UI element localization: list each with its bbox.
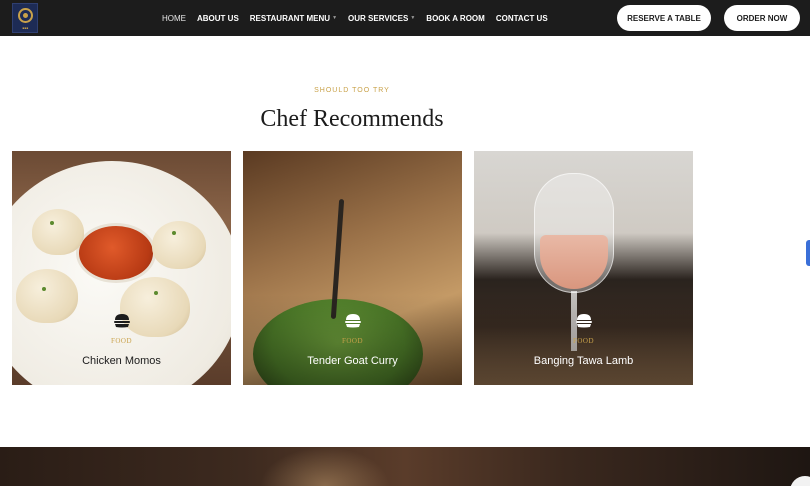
side-tab-handle[interactable] [806,240,810,266]
banner-highlight [260,447,390,486]
card-title[interactable]: Banging Tawa Lamb [474,355,693,367]
nav-label: OUR SERVICES [348,13,409,23]
card-category: FOOD [572,337,595,345]
nav-item-restaurant-menu[interactable]: RESTAURANT MENU ▼ [250,14,337,23]
menu-card-banging-tawa-lamb[interactable]: FOOD Banging Tawa Lamb [474,151,693,385]
card-title[interactable]: Chicken Momos [12,355,231,367]
chevron-down-icon: ▼ [332,15,338,21]
nav-label: ABOUT US [197,13,239,23]
nav-label: CONTACT US [495,13,548,23]
sauce-bowl-image [76,223,156,283]
dumpling-image [120,277,190,337]
burger-icon [113,314,130,328]
burger-icon [344,314,361,328]
navbar: ■■■ HOME ABOUT US RESTAURANT MENU ▼ OUR S… [0,0,810,36]
section-title: Chef Recommends [260,106,444,132]
menu-card-tender-goat-curry[interactable]: FOOD Tender Goat Curry [243,151,462,385]
menu-card-chicken-momos[interactable]: FOOD Chicken Momos [12,151,231,385]
order-now-button[interactable]: ORDER NOW [724,5,800,31]
nav-label: RESTAURANT MENU [249,13,331,23]
card-icon-wrap [474,314,693,328]
logo-wordmark: ■■■ [22,26,29,30]
nav-label: HOME [162,13,186,23]
card-icon-wrap [243,314,462,328]
card-category: FOOD [110,337,133,345]
card-category: FOOD [341,337,364,345]
nav-item-home[interactable]: HOME [162,14,186,23]
logo[interactable]: ■■■ [12,3,38,33]
chevron-down-icon: ▼ [410,15,416,21]
next-section-banner [0,447,810,486]
nav-label: BOOK A ROOM [426,13,485,23]
nav-item-our-services[interactable]: OUR SERVICES ▼ [348,14,415,23]
section-eyebrow: SHOULD TOO TRY [314,87,390,94]
herb-garnish [172,231,176,235]
nav-item-contact-us[interactable]: CONTACT US [496,14,548,23]
nav-item-book-a-room[interactable]: BOOK A ROOM [426,14,485,23]
herb-garnish [42,287,46,291]
logo-emblem-icon [18,8,33,23]
herb-garnish [154,291,158,295]
nav-item-about-us[interactable]: ABOUT US [197,14,239,23]
herb-garnish [50,221,54,225]
dumpling-image [32,209,84,255]
reserve-table-button[interactable]: RESERVE A TABLE [617,5,711,31]
card-icon-wrap [12,314,231,328]
dumpling-image [152,221,206,269]
card-title[interactable]: Tender Goat Curry [243,355,462,367]
main-nav: HOME ABOUT US RESTAURANT MENU ▼ OUR SERVI… [162,0,559,36]
burger-icon [575,314,592,328]
